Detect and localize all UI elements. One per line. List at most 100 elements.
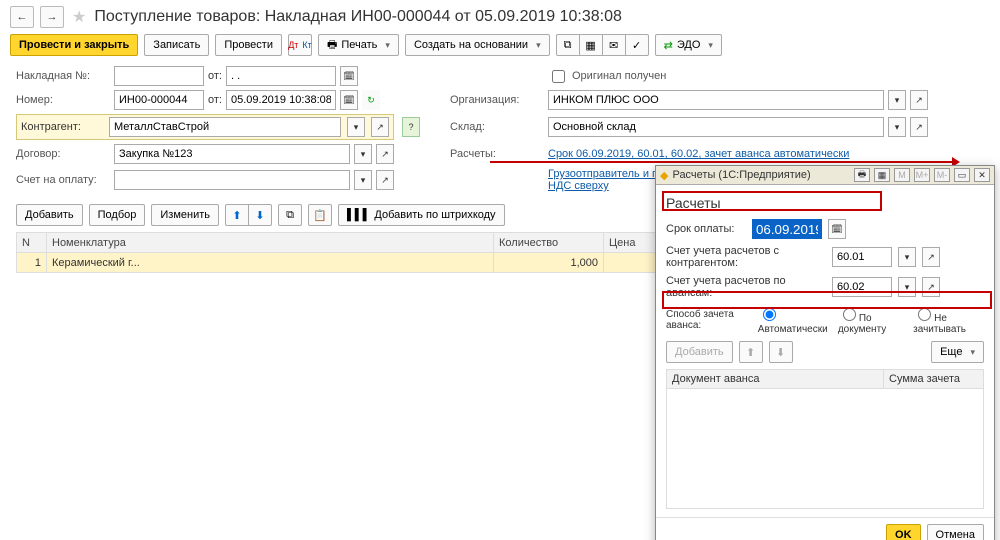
modal-m-btn[interactable]: M (894, 168, 910, 182)
write-button[interactable]: Записать (144, 34, 209, 56)
calendar-icon-2[interactable]: 🗓 (340, 90, 358, 110)
copy-button[interactable]: ⧉ (278, 204, 302, 226)
barcode-icon: ▌▌▌ (347, 209, 370, 221)
nav-forward-button[interactable]: → (40, 6, 64, 28)
counterparty-dropdown[interactable]: ▾ (347, 117, 365, 137)
from-label-2: от: (208, 94, 222, 106)
organization-label: Организация: (450, 94, 540, 106)
original-received-label: Оригинал получен (572, 70, 666, 82)
acct-counterparty-open[interactable]: ↗ (922, 247, 940, 267)
toolbar-icon-1[interactable]: ⧉ (556, 34, 580, 56)
invoice-number-input[interactable] (114, 66, 204, 86)
counterparty-label: Контрагент: (21, 121, 103, 133)
modal-print-icon[interactable]: 🖶 (854, 168, 870, 182)
counterparty-input[interactable] (109, 117, 341, 137)
invoice-date-input[interactable] (226, 66, 336, 86)
dt-icon: Дт (288, 40, 298, 50)
acct-counterparty-dropdown[interactable]: ▾ (898, 247, 916, 267)
printer-icon: 🖶 (327, 36, 337, 55)
number-label: Номер: (16, 94, 106, 106)
advance-empty-row (667, 389, 984, 509)
invoice-for-payment-dropdown[interactable]: ▾ (354, 170, 372, 190)
arrow-down-icon: ⬇ (255, 209, 264, 222)
toolbar-icon-4[interactable]: ✓ (625, 34, 649, 56)
table-add-button[interactable]: Добавить (16, 204, 83, 226)
number-date-input[interactable] (226, 90, 336, 110)
table-pick-button[interactable]: Подбор (89, 204, 146, 226)
modal-grid-icon[interactable]: ▦ (874, 168, 890, 182)
advance-mode-auto-radio[interactable] (763, 308, 776, 321)
modal-m-minus-btn[interactable]: M- (934, 168, 950, 182)
toolbar-icon-2[interactable]: ▦ (579, 34, 603, 56)
post-button[interactable]: Провести (215, 34, 282, 56)
create-based-on-button[interactable]: Создать на основании (405, 34, 550, 56)
calendar-icon-1[interactable]: 🗓 (340, 66, 358, 86)
modal-add-button[interactable]: Добавить (666, 341, 733, 363)
due-date-input[interactable] (752, 219, 822, 239)
modal-ok-button[interactable]: OK (886, 524, 921, 540)
acct-counterparty-input[interactable] (832, 247, 892, 267)
calculations-modal: ◆ Расчеты (1С:Предприятие) 🖶 ▦ M M+ M- ▭… (655, 165, 995, 540)
add-by-barcode-button[interactable]: ▌▌▌ Добавить по штрихкоду (338, 204, 505, 226)
modal-move-down-button[interactable]: ⬇ (769, 341, 793, 363)
col-advance-doc[interactable]: Документ аванса (667, 370, 884, 389)
invoice-for-payment-label: Счет на оплату: (16, 174, 106, 186)
warehouse-dropdown[interactable]: ▾ (888, 117, 906, 137)
edo-icon: ⇄ (664, 39, 673, 52)
counterparty-open[interactable]: ↗ (371, 117, 389, 137)
post-and-close-button[interactable]: Провести и закрыть (10, 34, 138, 56)
from-label-1: от: (208, 70, 222, 82)
page-title: Поступление товаров: Накладная ИН00-0000… (94, 8, 622, 26)
print-button[interactable]: 🖶Печать (318, 34, 399, 56)
warehouse-open[interactable]: ↗ (910, 117, 928, 137)
contract-dropdown[interactable]: ▾ (354, 144, 372, 164)
modal-more-button[interactable]: Еще (931, 341, 984, 363)
col-advance-sum[interactable]: Сумма зачета (884, 370, 984, 389)
edo-button[interactable]: ⇄ЭДО (655, 34, 722, 56)
move-down-button[interactable]: ⬇ (248, 204, 272, 226)
annotation-box-advance-mode (662, 291, 992, 309)
modal-cancel-button[interactable]: Отмена (927, 524, 984, 540)
advance-mode-none-radio[interactable] (918, 308, 931, 321)
favorite-star-icon[interactable]: ★ (72, 7, 86, 27)
calendar-icon-3[interactable]: 🗓 (828, 219, 846, 239)
contract-input[interactable] (114, 144, 350, 164)
warehouse-input[interactable] (548, 117, 884, 137)
col-n[interactable]: N (17, 233, 47, 253)
dt-kt-button[interactable]: Дт Кт (288, 34, 312, 56)
move-up-button[interactable]: ⬆ (225, 204, 249, 226)
paste-button[interactable]: 📋 (308, 204, 332, 226)
modal-minimize-button[interactable]: ▭ (954, 168, 970, 182)
organization-open[interactable]: ↗ (910, 90, 928, 110)
number-input[interactable] (114, 90, 204, 110)
modal-move-up-button[interactable]: ⬆ (739, 341, 763, 363)
invoice-number-label: Накладная №: (16, 70, 106, 82)
arrow-up-icon: ⬆ (232, 209, 241, 222)
due-date-label: Срок оплаты: (666, 223, 746, 235)
organization-input[interactable] (548, 90, 884, 110)
col-nomenclature[interactable]: Номенклатура (47, 233, 494, 253)
refresh-icon[interactable]: ↻ (362, 90, 380, 110)
col-qty[interactable]: Количество (494, 233, 604, 253)
toolbar-icon-3[interactable]: ✉ (602, 34, 626, 56)
vat-on-top-link[interactable]: НДС сверху (548, 180, 609, 192)
contract-open[interactable]: ↗ (376, 144, 394, 164)
acct-counterparty-label: Счет учета расчетов с контрагентом: (666, 245, 826, 269)
advance-table: Документ аванса Сумма зачета (666, 369, 984, 509)
table-change-button[interactable]: Изменить (151, 204, 219, 226)
advance-mode-bydoc-radio[interactable] (843, 308, 856, 321)
annotation-box-due-date (662, 191, 882, 211)
nav-back-button[interactable]: ← (10, 6, 34, 28)
advance-mode-label: Способ зачета аванса: (666, 309, 750, 331)
modal-m-plus-btn[interactable]: M+ (914, 168, 930, 182)
counterparty-help[interactable]: ? (402, 117, 420, 137)
invoice-for-payment-input[interactable] (114, 170, 350, 190)
contract-label: Договор: (16, 148, 106, 160)
app-icon: ◆ (660, 169, 668, 182)
kt-icon: Кт (302, 40, 311, 50)
warehouse-label: Склад: (450, 121, 540, 133)
modal-close-button[interactable]: ✕ (974, 168, 990, 182)
invoice-for-payment-open[interactable]: ↗ (376, 170, 394, 190)
original-received-checkbox[interactable] (552, 70, 565, 83)
organization-dropdown[interactable]: ▾ (888, 90, 906, 110)
